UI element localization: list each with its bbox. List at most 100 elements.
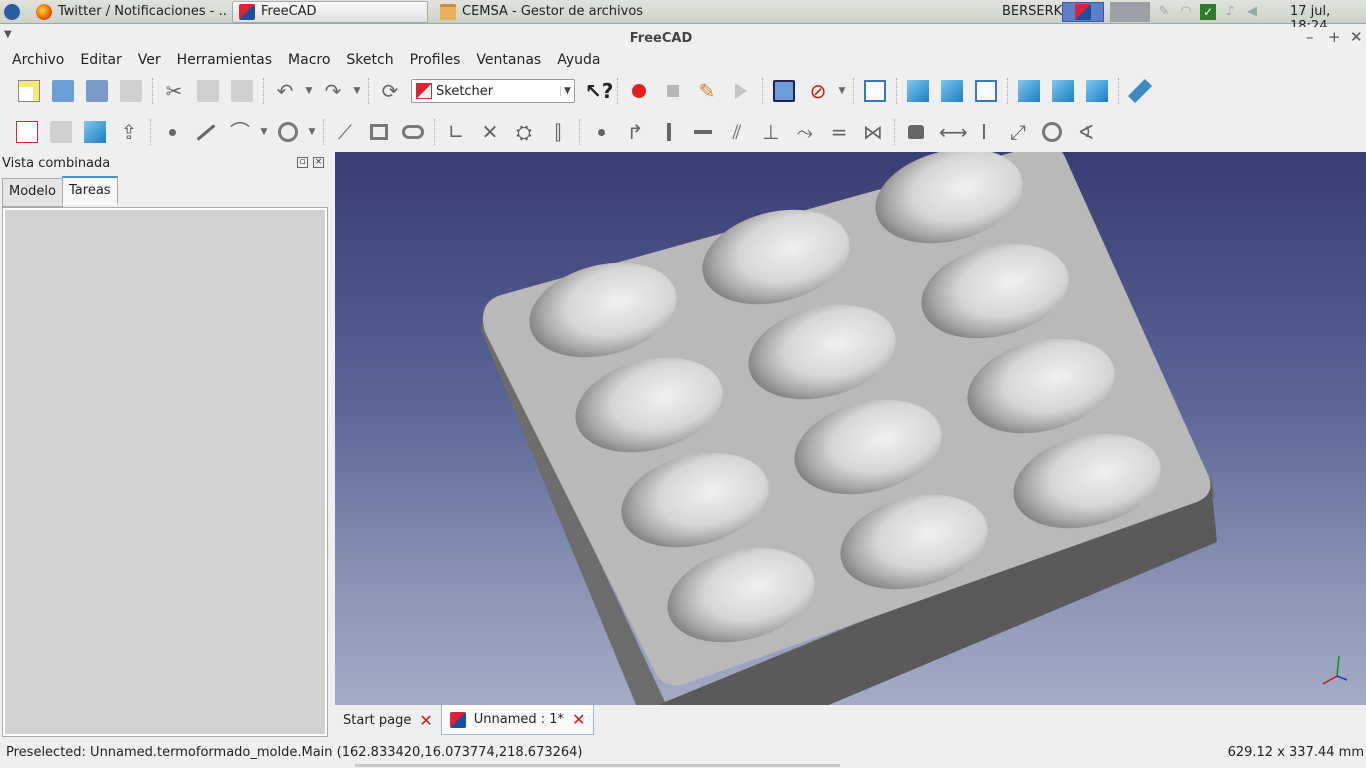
combo-view-title: Vista combinada [2,156,111,171]
view-bottom-button[interactable] [1046,74,1080,108]
coincident-constraint-button[interactable] [584,115,618,149]
trim-tool-button[interactable]: ✕ [473,115,507,149]
slot-tool-button[interactable] [396,115,430,149]
view-rear-button[interactable] [1012,74,1046,108]
paste-button[interactable] [225,74,259,108]
rectangle-tool-button[interactable] [362,115,396,149]
equal-constraint-button[interactable]: = [822,115,856,149]
open-button[interactable] [46,74,80,108]
cut-button[interactable]: ✂ [157,74,191,108]
refresh-button[interactable]: ⟳ [373,74,407,108]
menu-herramientas[interactable]: Herramientas [169,50,280,72]
map-sketch-button[interactable] [78,115,112,149]
close-tab-icon[interactable]: ✕ [419,711,432,730]
save-button[interactable] [80,74,114,108]
update-check-icon[interactable]: ✓ [1200,4,1216,20]
symmetric-constraint-button[interactable]: ⋈ [856,115,890,149]
undo-button[interactable]: ↶ [268,74,302,108]
minimize-button[interactable]: – [1306,28,1314,46]
perpendicular-constraint-button[interactable]: ⊥ [754,115,788,149]
menu-ver[interactable]: Ver [130,50,169,72]
workbench-selector[interactable]: Sketcher ▼ [411,79,575,103]
point-on-object-button[interactable]: ↱ [618,115,652,149]
construction-mode-button[interactable]: ⫿ [541,115,575,149]
draw-style-dropdown[interactable]: ▼ [835,86,849,96]
menu-ventanas[interactable]: Ventanas [468,50,549,72]
menu-profiles[interactable]: Profiles [402,50,469,72]
close-panel-button[interactable]: × [313,157,324,168]
redo-dropdown[interactable]: ▼ [350,86,364,96]
vertical-constraint-button[interactable] [652,115,686,149]
run-macro-button[interactable] [724,74,758,108]
close-window-button[interactable]: ✕ [1350,28,1363,46]
view-top-button[interactable] [935,74,969,108]
measure-button[interactable] [1123,74,1157,108]
3d-viewport[interactable] [335,152,1366,705]
float-panel-button[interactable]: ▫ [297,157,308,168]
polyline-tool-button[interactable]: ⟋ [328,115,362,149]
tangent-constraint-button[interactable]: ⤳ [788,115,822,149]
notification-bell-icon[interactable]: ♪ [1222,4,1238,20]
tangent-icon: ⤳ [797,120,813,144]
arc-dropdown[interactable]: ▼ [257,127,271,137]
draw-style-button[interactable]: ⊘ [801,74,835,108]
task-freecad[interactable]: FreeCAD [232,0,428,23]
view-left-button[interactable] [1080,74,1114,108]
view-right-button[interactable] [969,74,1003,108]
menu-editar[interactable]: Editar [72,50,129,72]
view-isometric-button[interactable] [858,74,892,108]
stop-macro-button[interactable] [656,74,690,108]
tab-tareas[interactable]: Tareas [62,176,118,205]
point-tool-button[interactable] [155,115,189,149]
fillet-tool-button[interactable]: ∟ [439,115,473,149]
pen-icon[interactable]: ✎ [1156,4,1172,20]
print-button[interactable] [114,74,148,108]
tab-unnamed[interactable]: Unnamed : 1* ✕ [440,705,595,735]
leave-sketch-button[interactable]: ⇪ [112,115,146,149]
edit-macro-button[interactable]: ✎ [690,74,724,108]
task-firefox[interactable]: Twitter / Notificaciones - ... [30,1,226,23]
radius-constraint-button[interactable] [1035,115,1069,149]
wifi-icon[interactable]: ◠ [1178,4,1194,20]
external-geometry-button[interactable]: ⛭ [507,115,541,149]
angle-constraint-button[interactable]: ∢ [1069,115,1103,149]
tab-modelo[interactable]: Modelo [2,178,63,207]
firefox-icon [36,3,52,20]
circle-tool-button[interactable] [271,115,305,149]
menu-ayuda[interactable]: Ayuda [549,50,608,72]
arc-tool-button[interactable]: ⌒ [223,115,257,149]
distance-constraint-button[interactable]: ⤢ [1001,115,1035,149]
line-tool-button[interactable] [189,115,223,149]
close-tab-icon[interactable]: ✕ [572,710,585,729]
circle-dropdown[interactable]: ▼ [305,127,319,137]
maximize-button[interactable]: + [1328,28,1341,46]
undo-dropdown[interactable]: ▼ [302,86,316,96]
new-sketch-button[interactable] [10,115,44,149]
horizontal-distance-button[interactable]: ⟷ [933,115,968,149]
task-file-manager[interactable]: CEMSA - Gestor de archivos [434,1,644,23]
volume-icon[interactable]: ◀ [1244,4,1260,20]
vertical-distance-button[interactable]: I [967,115,1001,149]
workspace-2-button[interactable] [1110,2,1150,22]
new-document-button[interactable] [12,74,46,108]
fit-all-button[interactable] [767,74,801,108]
arc-icon: ⌒ [230,120,250,144]
tab-start-page[interactable]: Start page ✕ [335,705,441,735]
horizontal-scrollbar[interactable] [355,764,840,767]
view-sketch-button[interactable] [44,115,78,149]
redo-button[interactable]: ↷ [316,74,350,108]
parallel-constraint-button[interactable]: ⫽ [720,115,754,149]
view-front-button[interactable] [901,74,935,108]
whats-this-button[interactable]: ↖? [579,74,613,108]
menu-macro[interactable]: Macro [280,50,338,72]
workspace-1-button[interactable] [1062,2,1104,22]
lock-constraint-button[interactable] [899,115,933,149]
menu-sketch[interactable]: Sketch [338,50,401,72]
start-menu-button[interactable] [0,0,24,24]
horizontal-constraint-button[interactable] [686,115,720,149]
play-icon [735,83,747,99]
record-macro-button[interactable] [622,74,656,108]
copy-button[interactable] [191,74,225,108]
mold-model[interactable] [335,152,1366,705]
menu-archivo[interactable]: Archivo [4,50,72,72]
